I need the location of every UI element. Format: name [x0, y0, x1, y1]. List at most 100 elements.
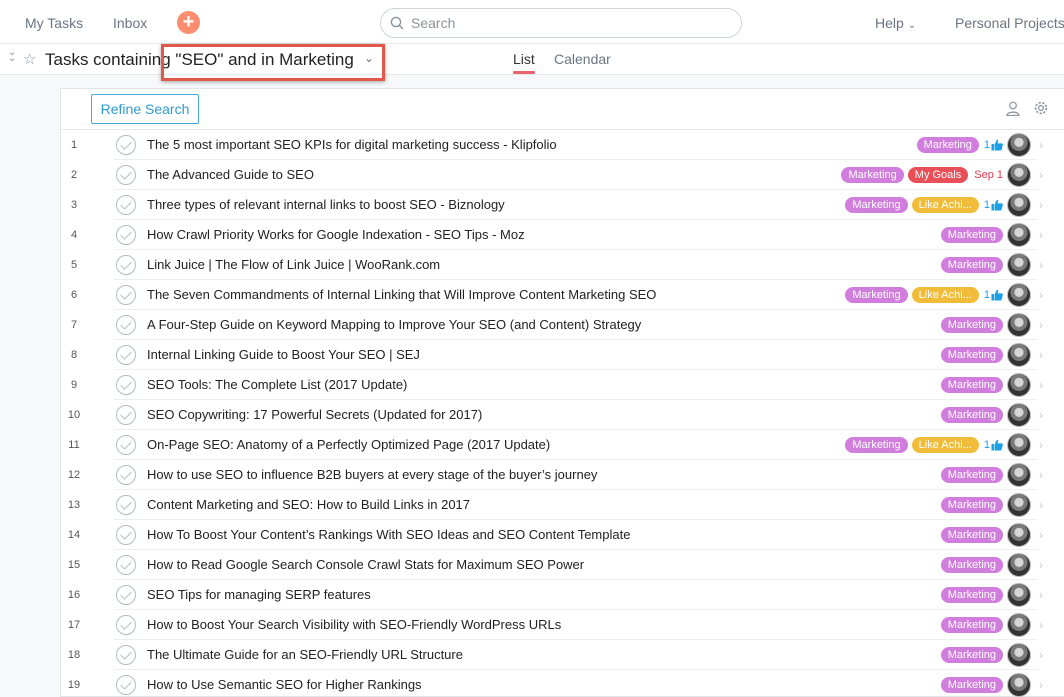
gear-icon[interactable] [1033, 100, 1049, 116]
task-row[interactable]: 17 How to Boost Your Search Visibility wi… [61, 610, 1064, 640]
task-row[interactable]: 18 The Ultimate Guide for an SEO-Friendly… [61, 640, 1064, 670]
chevron-right-icon[interactable]: › [1039, 610, 1043, 640]
due-date[interactable]: Sep 1 [974, 169, 1003, 181]
tag-pill[interactable]: Marketing [940, 467, 1003, 483]
task-row[interactable]: 3 Three types of relevant internal links … [61, 190, 1064, 220]
task-name[interactable]: SEO Tips for managing SERP features [147, 580, 371, 610]
complete-checkbox[interactable] [116, 315, 136, 335]
tag-pill[interactable]: Like Achi... [911, 437, 979, 453]
complete-checkbox[interactable] [116, 375, 136, 395]
assignee-avatar[interactable] [1007, 253, 1031, 277]
complete-checkbox[interactable] [116, 615, 136, 635]
task-row[interactable]: 13 Content Marketing and SEO: How to Buil… [61, 490, 1064, 520]
tag-pill[interactable]: Like Achi... [911, 287, 979, 303]
task-name[interactable]: How to Use Semantic SEO for Higher Ranki… [147, 670, 422, 697]
tag-pill[interactable]: Marketing [940, 227, 1003, 243]
assignee-avatar[interactable] [1007, 403, 1031, 427]
task-name[interactable]: The 5 most important SEO KPIs for digita… [147, 130, 557, 160]
tag-pill[interactable]: Marketing [940, 677, 1003, 693]
complete-checkbox[interactable] [116, 495, 136, 515]
tag-pill[interactable]: Marketing [845, 437, 908, 453]
chevron-right-icon[interactable]: › [1039, 460, 1043, 490]
assignee-avatar[interactable] [1007, 643, 1031, 667]
chevron-right-icon[interactable]: › [1039, 670, 1043, 697]
assignee-avatar[interactable] [1007, 463, 1031, 487]
task-name[interactable]: How To Boost Your Content’s Rankings Wit… [147, 520, 630, 550]
assignee-avatar[interactable] [1007, 673, 1031, 697]
chevron-right-icon[interactable]: › [1039, 640, 1043, 670]
complete-checkbox[interactable] [116, 675, 136, 695]
task-row[interactable]: 14 How To Boost Your Content’s Rankings W… [61, 520, 1064, 550]
task-name[interactable]: Content Marketing and SEO: How to Build … [147, 490, 470, 520]
complete-checkbox[interactable] [116, 585, 136, 605]
task-row[interactable]: 15 How to Read Google Search Console Craw… [61, 550, 1064, 580]
likes-count[interactable]: 1 [984, 439, 1003, 451]
task-row[interactable]: 16 SEO Tips for managing SERP features Mar… [61, 580, 1064, 610]
task-row[interactable]: 19 How to Use Semantic SEO for Higher Ran… [61, 670, 1064, 697]
likes-count[interactable]: 1 [984, 139, 1003, 151]
tag-pill[interactable]: Marketing [940, 317, 1003, 333]
assignee-avatar[interactable] [1007, 613, 1031, 637]
tag-pill[interactable]: Marketing [940, 617, 1003, 633]
assignee-avatar[interactable] [1007, 193, 1031, 217]
tag-pill[interactable]: Marketing [940, 257, 1003, 273]
chevron-right-icon[interactable]: › [1039, 550, 1043, 580]
task-row[interactable]: 10 SEO Copywriting: 17 Powerful Secrets (… [61, 400, 1064, 430]
chevron-right-icon[interactable]: › [1039, 250, 1043, 280]
task-name[interactable]: How to Boost Your Search Visibility with… [147, 610, 561, 640]
task-row[interactable]: 4 How Crawl Priority Works for Google Ind… [61, 220, 1064, 250]
chevron-right-icon[interactable]: › [1039, 430, 1043, 460]
tag-pill[interactable]: Marketing [940, 647, 1003, 663]
task-name[interactable]: SEO Copywriting: 17 Powerful Secrets (Up… [147, 400, 482, 430]
personal-projects-link[interactable]: Personal Projects [955, 15, 1064, 31]
complete-checkbox[interactable] [116, 525, 136, 545]
task-name[interactable]: Link Juice | The Flow of Link Juice | Wo… [147, 250, 440, 280]
chevron-right-icon[interactable]: › [1039, 160, 1043, 190]
tab-list[interactable]: List [513, 51, 535, 67]
complete-checkbox[interactable] [116, 195, 136, 215]
tag-pill[interactable]: Marketing [916, 137, 979, 153]
task-row[interactable]: 9 SEO Tools: The Complete List (2017 Upda… [61, 370, 1064, 400]
assignee-avatar[interactable] [1007, 433, 1031, 457]
assignee-avatar[interactable] [1007, 553, 1031, 577]
complete-checkbox[interactable] [116, 555, 136, 575]
tag-pill[interactable]: Marketing [940, 347, 1003, 363]
person-icon[interactable] [1006, 101, 1020, 116]
likes-count[interactable]: 1 [984, 289, 1003, 301]
task-row[interactable]: 5 Link Juice | The Flow of Link Juice | W… [61, 250, 1064, 280]
assignee-avatar[interactable] [1007, 583, 1031, 607]
task-name[interactable]: On-Page SEO: Anatomy of a Perfectly Opti… [147, 430, 550, 460]
refine-search-button[interactable]: Refine Search [91, 94, 199, 124]
likes-count[interactable]: 1 [984, 199, 1003, 211]
help-menu[interactable]: Help ⌄ [875, 15, 916, 31]
chevron-right-icon[interactable]: › [1039, 280, 1043, 310]
complete-checkbox[interactable] [116, 345, 136, 365]
tag-pill[interactable]: Marketing [940, 557, 1003, 573]
complete-checkbox[interactable] [116, 285, 136, 305]
task-name[interactable]: The Seven Commandments of Internal Linki… [147, 280, 656, 310]
task-name[interactable]: SEO Tools: The Complete List (2017 Updat… [147, 370, 407, 400]
task-name[interactable]: A Four-Step Guide on Keyword Mapping to … [147, 310, 641, 340]
task-row[interactable]: 6 The Seven Commandments of Internal Link… [61, 280, 1064, 310]
complete-checkbox[interactable] [116, 255, 136, 275]
chevron-right-icon[interactable]: › [1039, 400, 1043, 430]
task-row[interactable]: 11 On-Page SEO: Anatomy of a Perfectly Op… [61, 430, 1064, 460]
task-name[interactable]: How to Read Google Search Console Crawl … [147, 550, 584, 580]
tag-pill[interactable]: Marketing [940, 377, 1003, 393]
tag-pill[interactable]: Marketing [841, 167, 904, 183]
search-input[interactable] [411, 14, 731, 32]
complete-checkbox[interactable] [116, 645, 136, 665]
complete-checkbox[interactable] [116, 435, 136, 455]
tag-pill[interactable]: Marketing [940, 407, 1003, 423]
chevron-right-icon[interactable]: › [1039, 130, 1043, 160]
tag-pill[interactable]: Like Achi... [911, 197, 979, 213]
chevron-right-icon[interactable]: › [1039, 580, 1043, 610]
task-row[interactable]: 2 The Advanced Guide to SEO Marketing My Go… [61, 160, 1064, 190]
assignee-avatar[interactable] [1007, 313, 1031, 337]
assignee-avatar[interactable] [1007, 373, 1031, 397]
task-name[interactable]: The Ultimate Guide for an SEO-Friendly U… [147, 640, 463, 670]
assignee-avatar[interactable] [1007, 133, 1031, 157]
complete-checkbox[interactable] [116, 165, 136, 185]
tab-calendar[interactable]: Calendar [554, 51, 611, 67]
task-row[interactable]: 8 Internal Linking Guide to Boost Your SE… [61, 340, 1064, 370]
